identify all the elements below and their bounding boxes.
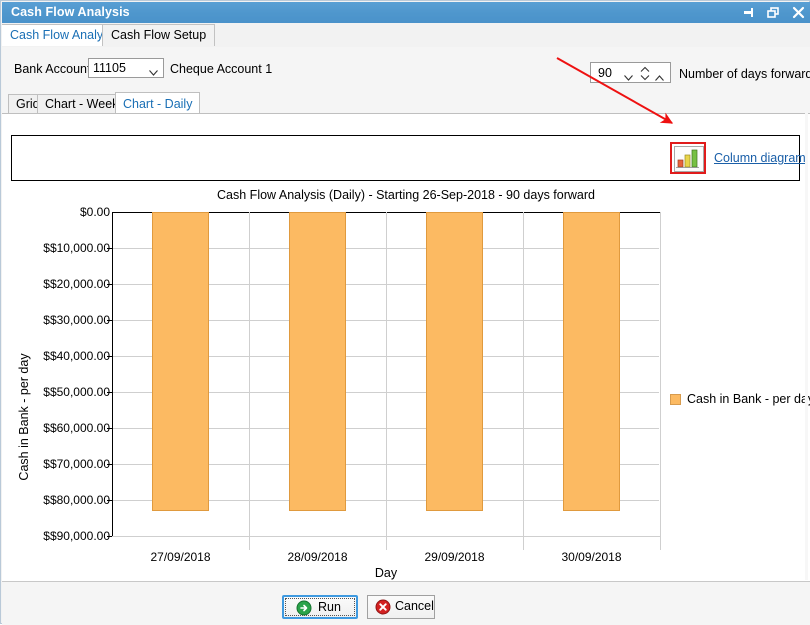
- cancel-button[interactable]: Cancel: [367, 595, 435, 619]
- legend-label: Cash in Bank - per day: [687, 392, 810, 406]
- chart-bar[interactable]: [152, 212, 210, 511]
- restore-icon[interactable]: [766, 5, 781, 20]
- chart-tab-strip: Grid Chart - Weekly Chart - Daily: [2, 92, 810, 114]
- chart-y-tick: $$50,000.00: [16, 385, 110, 399]
- close-icon[interactable]: [791, 5, 806, 20]
- chart-bar[interactable]: [426, 212, 484, 511]
- chevron-down-icon[interactable]: [624, 70, 633, 84]
- title-bar: Cash Flow Analysis: [2, 2, 810, 24]
- chart-x-tick: 29/09/2018: [424, 550, 484, 564]
- legend-swatch: [670, 394, 681, 405]
- spinner-up-down-icon[interactable]: [639, 66, 651, 81]
- tab-cash-flow-setup[interactable]: Cash Flow Setup: [102, 24, 215, 46]
- bank-account-value: 11105: [93, 61, 126, 75]
- cash-flow-analysis-window: Cash Flow Analysis Cash F: [0, 0, 810, 624]
- window-title: Cash Flow Analysis: [11, 5, 130, 19]
- run-icon: [296, 600, 312, 619]
- chart-x-axis-label: Day: [112, 566, 660, 580]
- chart-bar[interactable]: [289, 212, 347, 511]
- chart-panel: Column diagram Cash Flow Analysis (Daily…: [2, 113, 810, 581]
- chart-y-tick: $$70,000.00: [16, 457, 110, 471]
- bank-account-name: Cheque Account 1: [170, 62, 272, 76]
- chart-bar[interactable]: [563, 212, 621, 511]
- cancel-icon: [375, 599, 391, 618]
- chevron-up-icon[interactable]: [655, 70, 664, 84]
- dialog-footer: Run Cancel: [2, 581, 810, 625]
- chart-category-separator: [386, 212, 387, 550]
- chart-y-tick: $$90,000.00: [16, 529, 110, 543]
- days-forward-label: Number of days forward: [679, 67, 810, 81]
- bank-account-label: Bank Account: [14, 62, 90, 76]
- chart-category-separator: [523, 212, 524, 550]
- content-scroll-gutter[interactable]: [805, 113, 808, 580]
- chart-y-tick: $$60,000.00: [16, 421, 110, 435]
- bank-account-select[interactable]: 11105: [88, 58, 164, 78]
- chart-category-separator: [249, 212, 250, 550]
- chart-y-tick: $0.00: [16, 205, 110, 219]
- run-button-label: Run: [318, 600, 341, 614]
- days-forward-value: 90: [598, 66, 612, 80]
- chart-axis-y: [112, 212, 113, 536]
- chart-y-tick: $$10,000.00: [16, 241, 110, 255]
- run-button[interactable]: Run: [282, 595, 358, 619]
- chart-x-tick: 27/09/2018: [150, 550, 210, 564]
- page-tab-strip: Cash Flow Analysis Cash Flow Setup: [2, 23, 810, 48]
- chart-x-tick: 28/09/2018: [287, 550, 347, 564]
- chart-y-tick: $$40,000.00: [16, 349, 110, 363]
- chart-y-tick: $$80,000.00: [16, 493, 110, 507]
- pin-icon[interactable]: [741, 5, 756, 20]
- chevron-down-icon: [149, 65, 158, 79]
- days-forward-stepper[interactable]: 90: [590, 62, 671, 83]
- window-controls: [741, 2, 806, 23]
- chart-y-tick: $$30,000.00: [16, 313, 110, 327]
- chart-y-tick: $$20,000.00: [16, 277, 110, 291]
- chart-category-separator: [660, 212, 661, 550]
- chart-x-tick: 30/09/2018: [561, 550, 621, 564]
- chart-y-tick-labels: $0.00 $$10,000.00 $$20,000.00 $$30,000.00 $$…: [16, 114, 110, 581]
- cancel-button-label: Cancel: [395, 599, 434, 613]
- chart-plot-area: Cash in Bank - per day $0.00$$10,000.00$…: [2, 114, 810, 581]
- tab-chart-daily[interactable]: Chart - Daily: [115, 92, 200, 114]
